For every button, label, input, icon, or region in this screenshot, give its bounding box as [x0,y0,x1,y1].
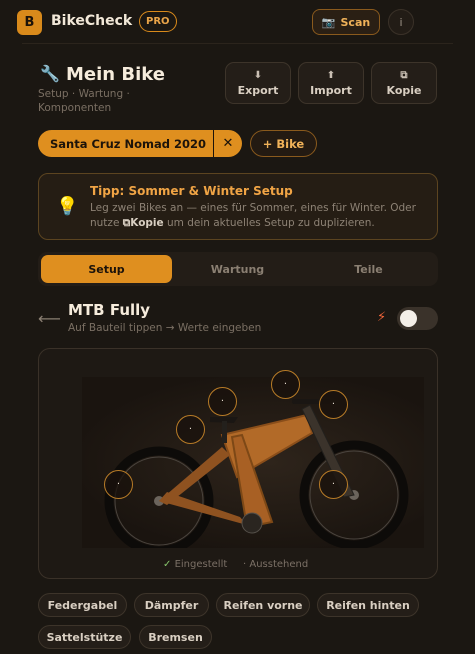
copy-icon: ⧉ [400,69,408,81]
scan-button[interactable]: 📷 Scan [312,9,380,35]
import-label: Import [310,83,352,97]
part-chip-bremsen[interactable]: Bremsen [139,625,212,649]
tip-text: Leg zwei Bikes an — eines für Sommer, ei… [90,202,416,229]
tab-wartung[interactable]: Wartung [172,255,303,283]
mode-toggle[interactable] [397,307,438,330]
bike-photo [82,377,424,556]
copy-label: Kopie [386,83,422,97]
hotspot-daempfer[interactable]: · [208,387,237,416]
export-button[interactable]: ⬇ Export [225,62,291,104]
scan-label: Scan [340,15,371,29]
check-icon: ✓ [163,559,172,570]
part-chip-reifen-hinten[interactable]: Reifen hinten [317,593,419,617]
tip-title: Tipp: Sommer & Winter Setup [90,184,293,198]
upload-icon: ⬆ [326,69,336,81]
info-button[interactable]: i [388,9,414,35]
hotspot-cockpit[interactable]: · [271,370,300,399]
remove-icon[interactable]: ✕ [214,136,242,151]
wrench-icon: 🔧 [40,64,60,83]
pro-badge: PRO [139,11,177,32]
bolt-icon: ⚡ [377,310,387,325]
import-button[interactable]: ⬆ Import [298,62,364,104]
camera-icon: 📷 [321,15,336,29]
hotspot-reifen-vorne[interactable]: · [319,470,348,499]
section-title: MTB Fully [68,301,151,319]
dot-icon: · [243,559,247,570]
hotspot-sattelstuetze[interactable]: · [176,415,205,444]
back-arrow-icon[interactable]: ⟵ [38,309,61,328]
section-hint: Auf Bauteil tippen → Werte eingeben [68,322,262,334]
bike-illustration [104,399,409,556]
part-chip-federgabel[interactable]: Federgabel [38,593,127,617]
part-chip-reifen-vorne[interactable]: Reifen vorne [216,593,310,617]
toggle-knob [400,310,417,327]
add-bike-button[interactable]: + Bike [250,130,317,157]
legend-set: ✓ Eingestellt [163,559,228,570]
export-label: Export [237,83,279,97]
part-chip-daempfer[interactable]: Dämpfer [134,593,209,617]
lightbulb-icon: 💡 [56,196,79,217]
download-icon: ⬇ [253,69,263,81]
hotspot-federgabel[interactable]: · [319,390,348,419]
legend-pending: · Ausstehend [243,559,309,570]
tab-teile[interactable]: Teile [303,255,434,283]
part-chip-sattelstuetze[interactable]: Sattelstütze [38,625,131,649]
hotspot-reifen-hinten[interactable]: · [104,470,133,499]
app-logo: B [17,10,42,35]
page-title: Mein Bike [66,64,165,85]
app-name: BikeCheck [51,13,133,29]
tab-setup[interactable]: Setup [41,255,172,283]
page-subtitle: Setup · Wartung · Komponenten [38,88,130,114]
bike-chip-name: Santa Cruz Nomad 2020 [50,136,206,151]
copy-button[interactable]: ⧉ Kopie [371,62,437,104]
bike-chip-selected[interactable]: Santa Cruz Nomad 2020 ✕ [38,130,242,157]
